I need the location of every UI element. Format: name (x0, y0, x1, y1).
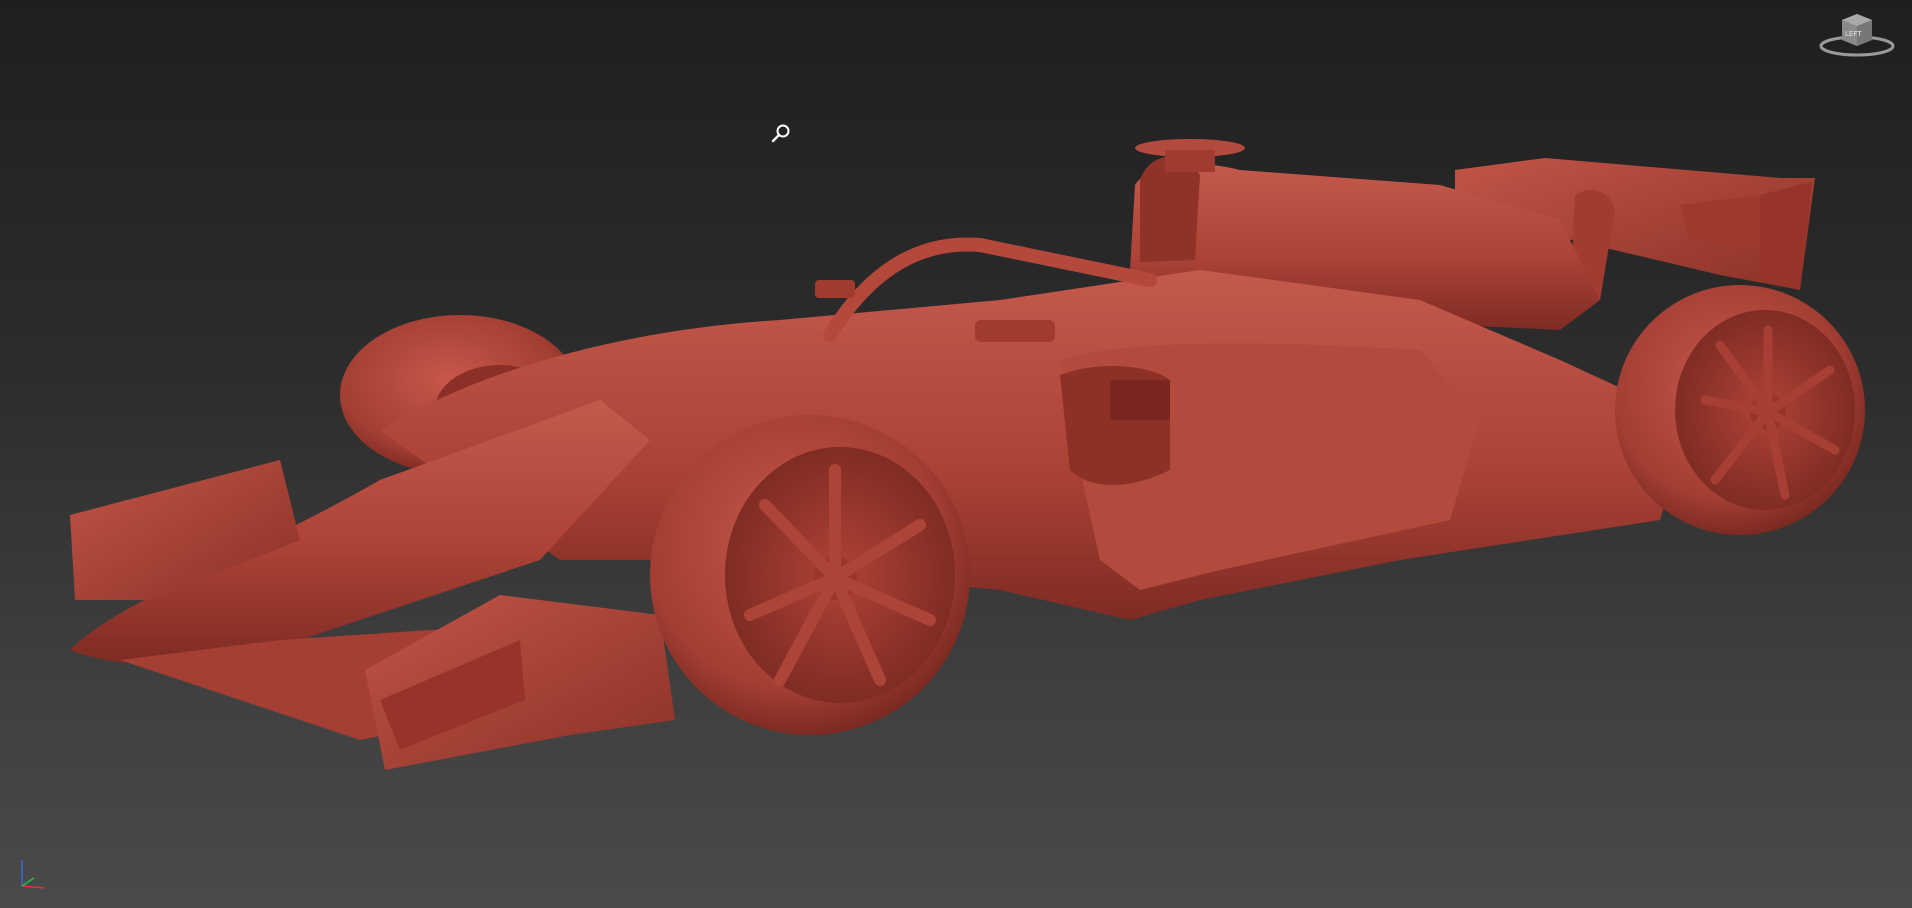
f1-car-model[interactable] (0, 0, 1912, 908)
front-near-wheel (650, 415, 970, 735)
3d-viewport[interactable]: LEFT (0, 0, 1912, 908)
x-axis-line (21, 885, 45, 889)
rear-near-wheel (1615, 285, 1865, 535)
y-axis-line (21, 877, 35, 887)
axis-tripod-icon (21, 860, 45, 889)
zoom-cursor-icon (771, 124, 790, 143)
viewcube-icon[interactable]: LEFT (1842, 14, 1872, 46)
viewcube[interactable]: LEFT (1818, 8, 1896, 58)
viewcube-face-label[interactable]: LEFT (1845, 30, 1862, 38)
front-wing (70, 400, 675, 770)
